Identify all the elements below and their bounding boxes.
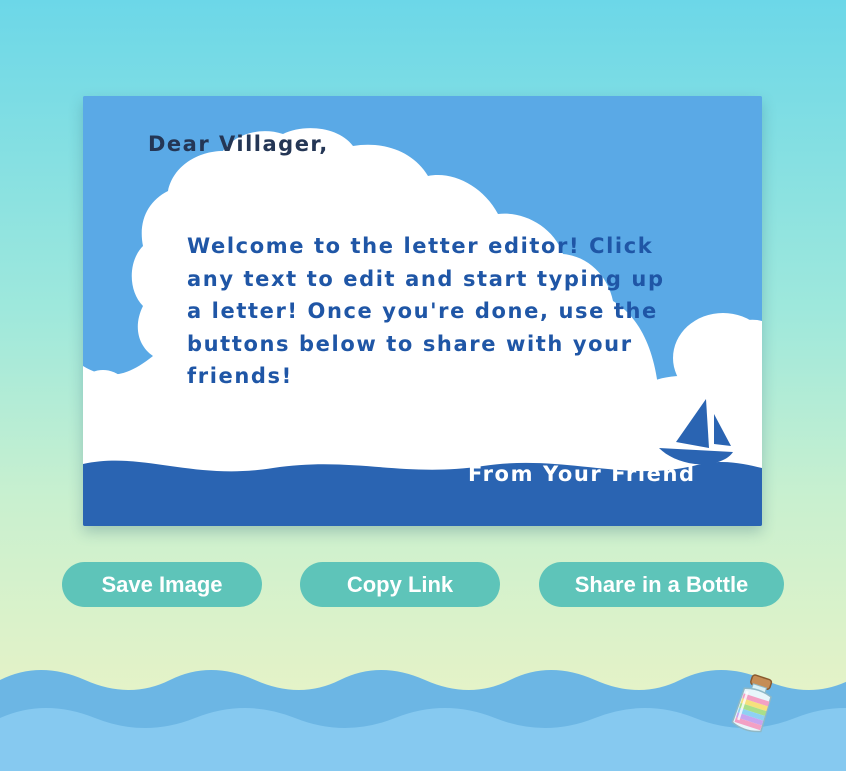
message-bottle-icon <box>731 674 773 733</box>
letter-body[interactable]: Welcome to the letter editor! Click any … <box>187 230 677 393</box>
letter-signature[interactable]: From Your Friend <box>468 462 696 486</box>
share-in-bottle-button[interactable]: Share in a Bottle <box>539 562 784 607</box>
save-image-button[interactable]: Save Image <box>62 562 262 607</box>
letter-card: Dear Villager, Welcome to the letter edi… <box>83 96 762 526</box>
copy-link-button[interactable]: Copy Link <box>300 562 500 607</box>
letter-greeting[interactable]: Dear Villager, <box>148 132 329 156</box>
sea-waves <box>0 670 846 771</box>
